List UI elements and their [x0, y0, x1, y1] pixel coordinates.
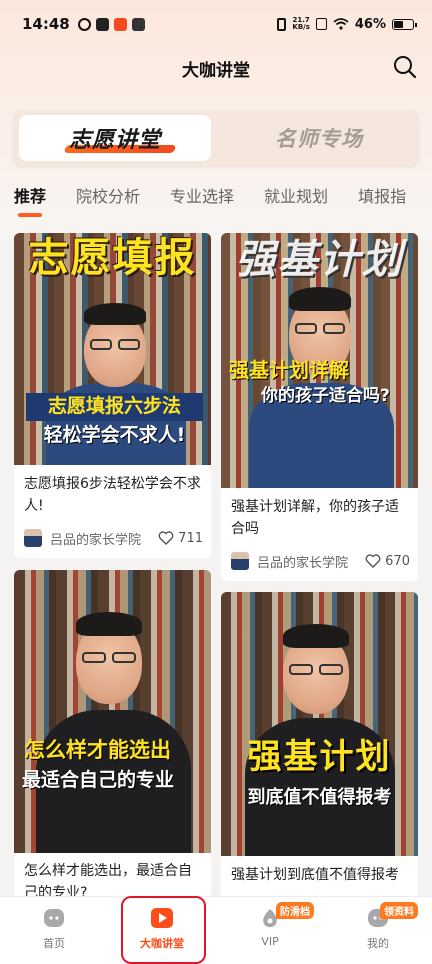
segment-famous-teacher[interactable]: 名师专场 [223, 115, 415, 161]
person-hair [289, 287, 351, 311]
person-hair [76, 612, 142, 636]
heart-icon [158, 531, 174, 545]
author-name: 吕品的家长学院 [257, 555, 349, 571]
thumbnail-headline: 志愿填报 [28, 235, 197, 281]
heart-icon [365, 554, 381, 568]
shopping-notification-icon [113, 17, 127, 31]
search-icon[interactable] [392, 54, 418, 80]
tab-application[interactable]: 填报指 [358, 183, 406, 217]
video-thumbnail: 怎么样才能选出 最适合自己的专业 [14, 570, 211, 853]
battery-percent: 46% [354, 16, 386, 32]
author-avatar [231, 552, 249, 570]
thumbnail-subheadline: 强基计划 [247, 737, 392, 777]
segment-active-label: 志愿讲堂 [68, 128, 161, 153]
thumbnail-subheadline: 志愿填报六步法 [26, 393, 203, 421]
thumbnail-subheadline: 强基计划详解 [229, 358, 349, 382]
video-title: 怎么样才能选出，最适合自己的专业? [24, 863, 192, 900]
status-time: 14:48 [22, 15, 70, 33]
person-glasses [295, 323, 317, 334]
thumbnail-caption: 你的孩子适合吗? [261, 386, 390, 406]
person-glasses [118, 339, 140, 350]
thumbnail-subheadline: 怎么样才能选出 [24, 738, 171, 762]
vip-badge: 防滑档 [276, 902, 314, 919]
battery-icon [392, 18, 417, 30]
mine-badge: 领资料 [380, 902, 418, 919]
thumbnail-headline: 强基计划 [235, 237, 404, 283]
video-title: 强基计划详解，你的孩子适合吗 [231, 499, 399, 537]
network-speed: 21.7 KB/s [292, 17, 309, 31]
home-icon [44, 909, 64, 927]
network-speed-unit: KB/s [292, 23, 310, 31]
nav-vip-label: VIP [261, 935, 279, 948]
video-title: 志愿填报6步法轻松学会不求人! [24, 476, 201, 514]
person-glasses [319, 664, 343, 675]
nav-home[interactable]: 首页 [0, 897, 108, 964]
author-name: 吕品的家长学院 [50, 532, 142, 548]
vibrate-icon [277, 17, 287, 31]
status-bar: 14:48 21.7 KB/s 46% [0, 0, 432, 48]
selection-highlight [121, 896, 206, 964]
nav-mine-label: 我的 [367, 937, 389, 950]
bottom-navigation: 首页 大咖讲堂 VIP 防滑档 我的 领资料 [0, 896, 432, 964]
nav-mine[interactable]: 我的 领资料 [324, 897, 432, 964]
person-glasses [323, 323, 345, 334]
person-hair [84, 303, 146, 325]
nav-vip[interactable]: VIP 防滑档 [216, 897, 324, 964]
video-meta: 吕品的家长学院 711 [24, 527, 203, 549]
video-thumbnail: 志愿填报 志愿填报六步法 轻松学会不求人! [14, 233, 211, 465]
tab-recommend[interactable]: 推荐 [14, 183, 46, 217]
video-card[interactable]: 志愿填报 志愿填报六步法 轻松学会不求人! 志愿填报6步法轻松学会不求人! 吕品… [14, 233, 211, 558]
segment-volunteer-lecture[interactable]: 志愿讲堂 [19, 115, 211, 161]
likes-count: 711 [178, 530, 203, 546]
likes[interactable]: 711 [158, 531, 203, 546]
app-notification-icon [77, 17, 91, 31]
page-title: 大咖讲堂 [182, 61, 250, 81]
nav-home-label: 首页 [43, 937, 65, 950]
person-glasses [82, 652, 106, 663]
category-tabs: 推荐 院校分析 专业选择 就业规划 填报指 [14, 183, 432, 217]
thumbnail-caption: 最适合自己的专业 [22, 769, 175, 791]
tab-major-selection[interactable]: 专业选择 [170, 183, 234, 217]
thumbnail-caption: 轻松学会不求人! [43, 424, 186, 446]
author-avatar [24, 529, 42, 547]
person-glasses [289, 664, 313, 675]
thumbnail-caption: 到底值不值得报考 [247, 787, 392, 808]
video-title: 强基计划到底值不值得报考 [231, 867, 399, 883]
video-notification-icon [131, 17, 145, 31]
mail-notification-icon [95, 17, 109, 31]
video-card[interactable]: 强基计划 强基计划详解 你的孩子适合吗? 强基计划详解，你的孩子适合吗 吕品的家… [221, 233, 418, 581]
video-card[interactable]: 强基计划 到底值不值得报考 强基计划到底值不值得报考 [221, 592, 418, 900]
video-meta: 吕品的家长学院 670 [231, 550, 410, 572]
likes-count: 670 [385, 553, 410, 569]
video-thumbnail: 强基计划 强基计划详解 你的孩子适合吗? [221, 233, 418, 488]
tab-career-planning[interactable]: 就业规划 [264, 183, 328, 217]
tab-school-analysis[interactable]: 院校分析 [76, 183, 140, 217]
person-glasses [112, 652, 136, 663]
segment-control: 志愿讲堂 名师专场 [13, 110, 419, 166]
video-thumbnail: 强基计划 到底值不值得报考 [221, 592, 418, 856]
person-hair [283, 624, 349, 648]
video-card[interactable]: 怎么样才能选出 最适合自己的专业 怎么样才能选出，最适合自己的专业? [14, 570, 211, 900]
wifi-icon [333, 18, 349, 30]
app-header: 大咖讲堂 [0, 50, 432, 86]
person-glasses [90, 339, 112, 350]
likes[interactable]: 670 [365, 554, 410, 569]
sim-icon [315, 18, 327, 30]
